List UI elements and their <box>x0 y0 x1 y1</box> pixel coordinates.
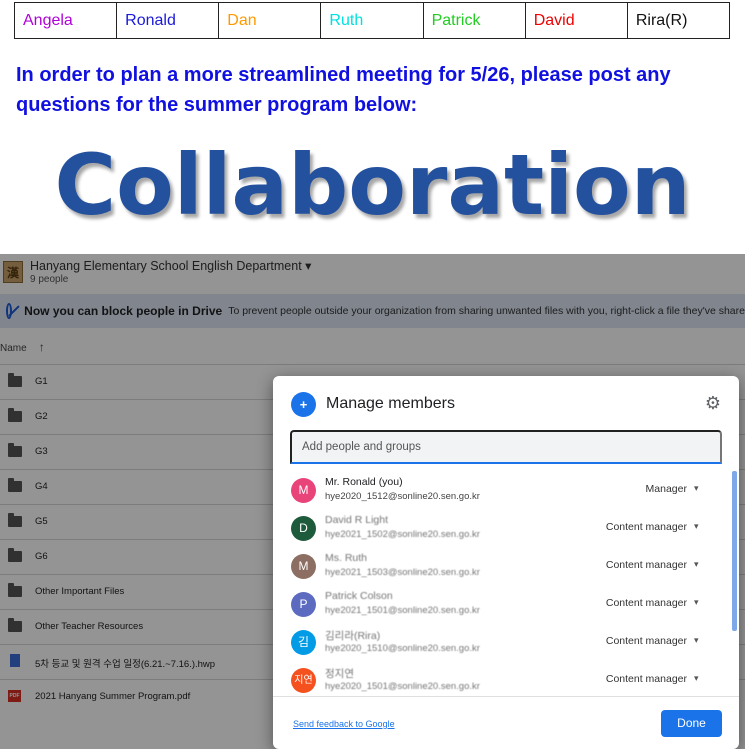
member-email: hye2020_1510@sonline20.sen.go.kr <box>325 643 480 654</box>
member-list-scrollbar[interactable] <box>732 471 737 631</box>
chevron-down-icon[interactable]: ▾ <box>694 673 699 684</box>
send-feedback-link[interactable]: Send feedback to Google <box>293 719 395 729</box>
chevron-down-icon[interactable]: ▾ <box>694 635 699 646</box>
role-dropdown[interactable]: Content manager <box>577 559 687 571</box>
member-name: 정지연 <box>325 668 354 680</box>
role-dropdown[interactable]: Content manager <box>577 673 687 685</box>
member-email: hye2020_1501@sonline20.sen.go.kr <box>325 681 480 692</box>
member-row: 김 김리라(Rira) hye2020_1510@sonline20.sen.go.… <box>273 623 731 661</box>
meeting-heading: In order to plan a more streamlined meet… <box>16 64 671 116</box>
member-name: Mr. Ronald (you) <box>325 476 403 488</box>
avatar: M <box>291 554 316 579</box>
manage-members-dialog: + Manage members ⚙ M Mr. Ronald (you) hye2… <box>273 376 739 749</box>
add-people-input[interactable] <box>290 430 722 464</box>
name-cell: Rira(R) <box>635 11 688 29</box>
member-row: M Ms. Ruth hye2021_1503@sonline20.sen.go.k… <box>273 547 731 585</box>
member-email: hye2021_1502@sonline20.sen.go.kr <box>325 529 480 540</box>
role-dropdown[interactable]: Content manager <box>577 635 687 647</box>
avatar: P <box>291 592 316 617</box>
chevron-down-icon[interactable]: ▾ <box>694 597 699 608</box>
name-cell: Ronald <box>117 3 220 38</box>
dialog-title: Manage members <box>326 395 455 412</box>
dialog-footer: Send feedback to Google Done <box>273 696 739 749</box>
drive-screenshot: 漢 Hanyang Elementary School English Depa… <box>0 254 745 749</box>
member-name: 김리라(Rira) <box>325 630 381 642</box>
done-button[interactable]: Done <box>661 710 722 737</box>
member-email: hye2021_1501@sonline20.sen.go.kr <box>325 605 480 616</box>
role-dropdown[interactable]: Content manager <box>577 521 687 533</box>
member-email: hye2020_1512@sonline20.sen.go.kr <box>325 491 480 502</box>
member-row: M Mr. Ronald (you) hye2020_1512@sonline20.… <box>273 471 731 509</box>
member-row: D David R Light hye2021_1502@sonline20.sen… <box>273 509 731 547</box>
role-dropdown[interactable]: Manager <box>577 483 687 495</box>
member-name: David R Light <box>325 514 389 526</box>
gear-icon[interactable]: ⚙ <box>703 393 723 413</box>
chevron-down-icon[interactable]: ▾ <box>694 559 699 570</box>
member-email: hye2021_1503@sonline20.sen.go.kr <box>325 567 480 578</box>
member-row: P Patrick Colson hye2021_1501@sonline20.se… <box>273 585 731 623</box>
chevron-down-icon[interactable]: ▾ <box>694 521 699 532</box>
page: Angela Ronald Dan Ruth Patrick David Rira(R) I… <box>0 0 745 749</box>
collaboration-title: Collaboration <box>54 136 691 234</box>
name-cell: Patrick <box>424 3 526 38</box>
avatar: D <box>291 516 316 541</box>
avatar: 김 <box>291 630 316 655</box>
role-dropdown[interactable]: Content manager <box>577 597 687 609</box>
chevron-down-icon[interactable]: ▾ <box>694 483 699 494</box>
member-name: Patrick Colson <box>325 590 393 602</box>
avatar: M <box>291 478 316 503</box>
name-cell: Ruth <box>321 3 424 38</box>
name-cell: Angela <box>15 3 118 38</box>
avatar: 지연 <box>291 668 316 693</box>
name-cell: David <box>526 3 628 38</box>
names-table: Angela Ronald Dan Ruth Patrick David Rira(R) <box>14 2 730 39</box>
member-row: 지연 정지연 hye2020_1501@sonline20.sen.go.kr Con… <box>273 661 731 696</box>
member-name: Ms. Ruth <box>325 552 368 564</box>
member-list: M Mr. Ronald (you) hye2020_1512@sonline20.… <box>273 471 739 696</box>
name-cell: Dan <box>219 3 322 38</box>
add-person-icon: + <box>291 392 316 417</box>
